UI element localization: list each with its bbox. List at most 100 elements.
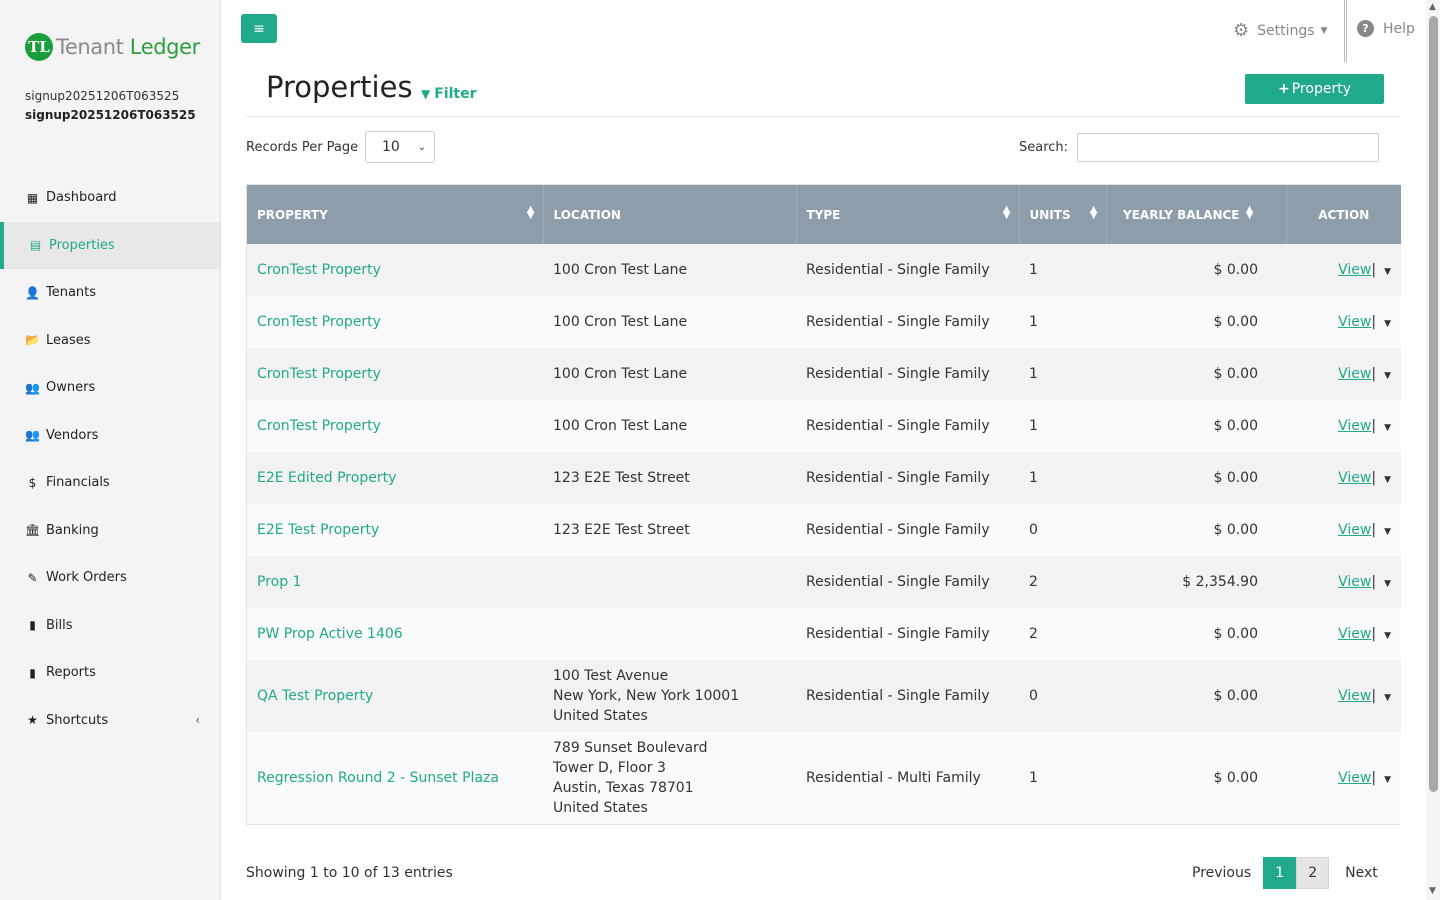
sidebar-item-work-orders[interactable]: ✎ Work Orders (0, 554, 220, 602)
property-link[interactable]: E2E Test Property (257, 522, 379, 538)
shortcuts-icon: ★ (27, 713, 38, 728)
view-link[interactable]: View (1338, 418, 1371, 434)
next-page-button[interactable]: Next (1329, 857, 1394, 889)
sidebar-item-banking[interactable]: 🏛 Banking (0, 507, 220, 555)
action-separator: | (1371, 366, 1377, 382)
location-line: 100 Cron Test Lane (553, 314, 688, 330)
topbar-divider (1344, 0, 1347, 62)
cell-yearly-balance: $ 0.00 (1106, 244, 1286, 296)
col-header-yearly-balance[interactable]: YEARLY BALANCE ▲ ▼ (1106, 185, 1287, 244)
property-link[interactable]: PW Prop Active 1406 (257, 626, 403, 642)
property-link[interactable]: CronTest Property (257, 366, 381, 382)
sidebar-item-dashboard[interactable]: ▦ Dashboard (0, 174, 220, 222)
view-link[interactable]: View (1338, 770, 1371, 786)
location-line: United States (553, 708, 648, 724)
action-separator: | (1371, 418, 1377, 434)
caret-down-icon[interactable]: ▼ (1384, 579, 1391, 589)
col-header-units[interactable]: UNITS ▲ ▼ (1019, 185, 1107, 244)
cell-property: CronTest Property (247, 244, 543, 296)
caret-down-icon[interactable]: ▼ (1384, 319, 1391, 329)
view-link[interactable]: View (1338, 574, 1371, 590)
page-button-1[interactable]: 1 (1263, 857, 1297, 889)
brand-logo[interactable]: TL Tenant Ledger (25, 33, 200, 61)
sidebar-item-owners[interactable]: 👥 Owners (0, 364, 220, 412)
sidebar-item-bills[interactable]: ▮ Bills (0, 602, 220, 650)
properties-icon: ▤ (29, 238, 42, 253)
previous-page-button[interactable]: Previous (1180, 857, 1263, 889)
sidebar-item-label: Financials (46, 475, 110, 491)
view-link[interactable]: View (1338, 626, 1371, 642)
caret-down-icon[interactable]: ▼ (1384, 423, 1391, 433)
cell-location: 100 Cron Test Lane (543, 348, 796, 400)
table-header-row: PROPERTY ▲ ▼ LOCATION TYPE ▲ ▼ UNITS ▲ ▼ YEARL… (247, 185, 1401, 244)
scroll-down-icon[interactable]: ▼ (1429, 886, 1436, 896)
col-header-property[interactable]: PROPERTY ▲ ▼ (247, 185, 544, 244)
caret-down-icon[interactable]: ▼ (1384, 631, 1391, 641)
caret-down-icon[interactable]: ▼ (1384, 267, 1391, 277)
property-link[interactable]: Regression Round 2 - Sunset Plaza (257, 770, 499, 786)
cell-yearly-balance: $ 2,354.90 (1106, 556, 1286, 608)
col-header-type[interactable]: TYPE ▲ ▼ (796, 185, 1020, 244)
records-per-page-select[interactable]: 10 ⌄ (365, 131, 435, 163)
settings-dropdown[interactable]: ⚙ Settings ▼ (1233, 20, 1327, 41)
cell-units: 2 (1019, 608, 1106, 660)
caret-down-icon[interactable]: ▼ (1384, 693, 1391, 703)
property-link[interactable]: CronTest Property (257, 314, 381, 330)
filter-button[interactable]: ▼ Filter (421, 86, 477, 102)
location-line: 789 Sunset Boulevard (553, 740, 708, 756)
action-separator: | (1371, 770, 1377, 786)
scroll-up-icon[interactable]: ▲ (1429, 2, 1436, 12)
location-line: 100 Cron Test Lane (553, 366, 688, 382)
help-link[interactable]: ? Help (1357, 20, 1415, 37)
property-link[interactable]: Prop 1 (257, 574, 301, 590)
caret-down-icon[interactable]: ▼ (1384, 371, 1391, 381)
menu-toggle-button[interactable]: ≡ (241, 14, 277, 43)
caret-down-icon[interactable]: ▼ (1384, 775, 1391, 785)
caret-down-icon[interactable]: ▼ (1384, 475, 1391, 485)
add-property-button[interactable]: + Property (1245, 74, 1384, 104)
sidebar-item-label: Vendors (46, 427, 99, 443)
sidebar-item-financials[interactable]: $ Financials (0, 459, 220, 507)
cell-units: 1 (1019, 732, 1106, 824)
tenants-icon: 👤 (25, 285, 40, 300)
cell-units: 0 (1019, 660, 1106, 732)
view-link[interactable]: View (1338, 470, 1371, 486)
page-button-2[interactable]: 2 (1296, 857, 1330, 889)
property-link[interactable]: CronTest Property (257, 262, 381, 278)
sidebar-item-shortcuts[interactable]: ★ Shortcuts ‹ (0, 697, 220, 745)
cell-yearly-balance: $ 0.00 (1106, 504, 1286, 556)
property-link[interactable]: E2E Edited Property (257, 470, 396, 486)
sidebar-item-vendors[interactable]: 👥 Vendors (0, 412, 220, 460)
sidebar-item-properties[interactable]: ▤ Properties (0, 221, 220, 269)
cell-type: Residential - Single Family (796, 504, 1019, 556)
cell-units: 2 (1019, 556, 1106, 608)
view-link[interactable]: View (1338, 688, 1371, 704)
financials-icon: $ (28, 475, 37, 490)
location-line: United States (553, 800, 648, 816)
cell-location: 100 Cron Test Lane (543, 296, 796, 348)
search-input[interactable] (1077, 133, 1379, 162)
sidebar-item-leases[interactable]: 📂 Leases (0, 317, 220, 365)
sidebar-item-label: Bills (46, 617, 73, 633)
property-link[interactable]: QA Test Property (257, 688, 373, 704)
view-link[interactable]: View (1338, 522, 1371, 538)
location-line: 100 Cron Test Lane (553, 418, 688, 434)
cell-property: PW Prop Active 1406 (247, 608, 543, 660)
sidebar-item-reports[interactable]: ▮ Reports (0, 649, 220, 697)
filter-icon: ▼ (421, 87, 431, 101)
table-row: CronTest Property 100 Cron Test Lane Resid… (247, 400, 1401, 452)
action-separator: | (1371, 522, 1377, 538)
entries-info: Showing 1 to 10 of 13 entries (246, 865, 453, 881)
cell-property: CronTest Property (247, 296, 543, 348)
view-link[interactable]: View (1338, 262, 1371, 278)
owners-icon: 👥 (25, 380, 40, 395)
view-link[interactable]: View (1338, 366, 1371, 382)
chevron-left-icon[interactable]: ‹ (195, 713, 200, 727)
scroll-thumb[interactable] (1429, 16, 1438, 792)
brand-name: Tenant Ledger (56, 35, 200, 59)
caret-down-icon[interactable]: ▼ (1384, 527, 1391, 537)
property-link[interactable]: CronTest Property (257, 418, 381, 434)
page-scrollbar[interactable]: ▲ ▼ (1426, 0, 1440, 900)
view-link[interactable]: View (1338, 314, 1371, 330)
sidebar-item-tenants[interactable]: 👤 Tenants (0, 269, 220, 317)
